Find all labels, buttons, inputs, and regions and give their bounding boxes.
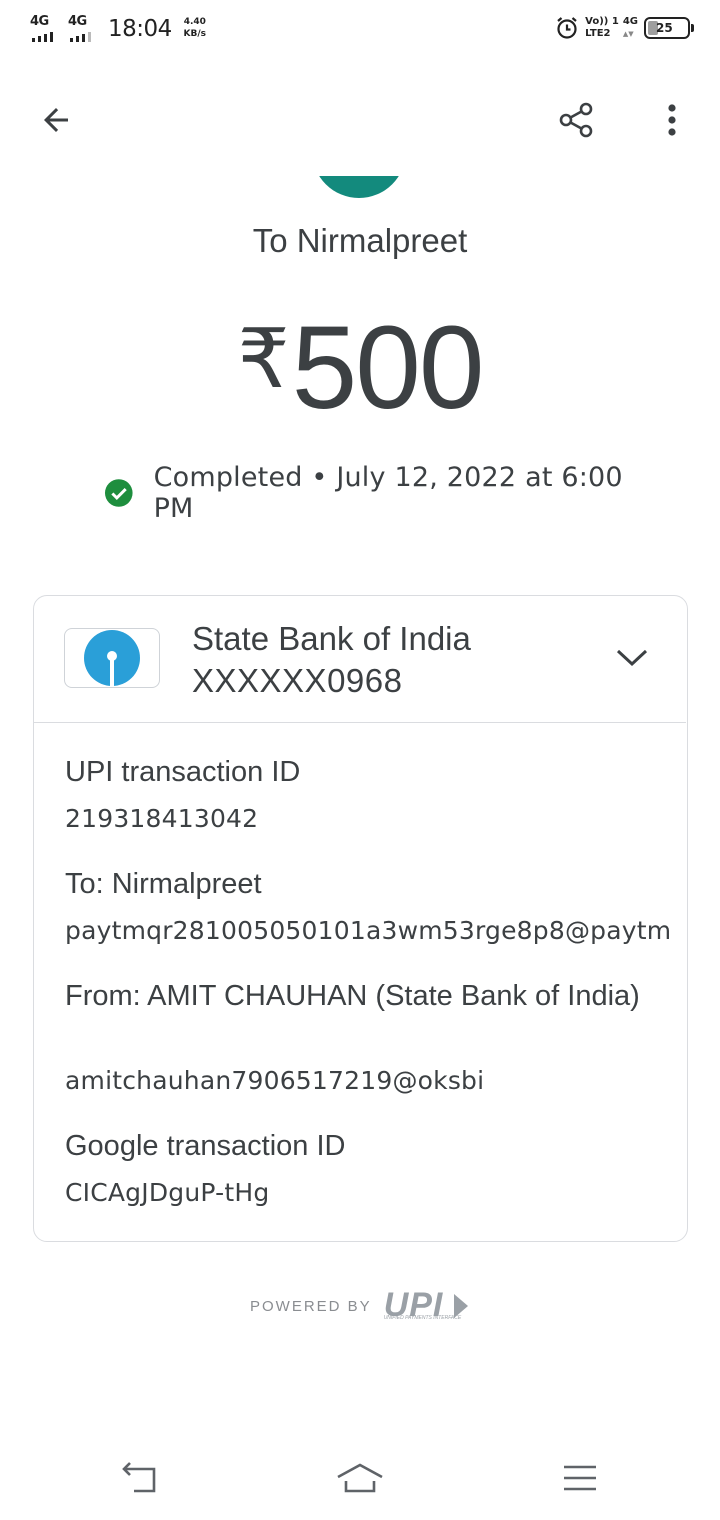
system-navigation-bar [0, 1440, 720, 1520]
volte-indicator: Vo)) 1 LTE2 [585, 16, 619, 40]
upi-logo-subtitle: UNIFIED PAYMENTS INTERFACE [383, 1315, 462, 1321]
google-transaction-id-value: CICAgJDguP-tHg [65, 1178, 270, 1207]
status-text: Completed • July 12, 2022 at 6:00 PM [153, 462, 623, 524]
transaction-details-card: State Bank of India XXXXXX0968 UPI trans… [33, 595, 688, 1242]
speed-unit: KB/s [183, 29, 207, 39]
network-indicator-2: 4G [68, 14, 102, 44]
volte-line-1: Vo)) 1 [585, 16, 619, 27]
speed-value: 4.40 [183, 17, 206, 27]
share-button[interactable] [548, 96, 604, 144]
chevron-down-icon[interactable] [612, 640, 652, 676]
bank-name: State Bank of India [192, 620, 471, 657]
nav-home-button[interactable] [330, 1454, 390, 1502]
upi-transaction-id-label: UPI transaction ID [65, 756, 301, 788]
check-circle-icon [104, 479, 133, 507]
volte-line-2: LTE2 [585, 28, 611, 39]
to-upi-id: paytmqr281005050101a3wm53rge8p8@paytm [65, 916, 672, 945]
more-options-button[interactable] [650, 96, 694, 144]
bank-logo [64, 628, 160, 688]
payee-title: To Nirmalpreet [252, 222, 468, 259]
nav-menu-icon [564, 1465, 596, 1491]
upi-logo: UPI UNIFIED PAYMENTS INTERFACE [384, 1286, 476, 1326]
network-type-2: 4G [68, 14, 87, 29]
payment-amount: ₹500 [0, 300, 720, 436]
powered-by-text: POWERED BY [250, 1297, 372, 1315]
nav-back-icon [122, 1462, 156, 1493]
signal-icon [32, 32, 56, 42]
payee-avatar [312, 176, 406, 198]
to-label: To: Nirmalpreet [65, 868, 262, 900]
arrow-left-icon [44, 108, 68, 132]
clock: 18:04 [108, 16, 172, 42]
nav-home-icon [337, 1463, 383, 1493]
payment-status: Completed • July 12, 2022 at 6:00 PM [104, 462, 664, 524]
share-icon [559, 102, 593, 138]
status-bar: 4G 4G 18:04 4.40 KB/s Vo)) 1 LTE2 4G ▲▼ … [0, 0, 720, 64]
amount-value: 500 [291, 302, 485, 434]
from-label: From: AMIT CHAUHAN (State Bank of India) [65, 980, 640, 1012]
sbi-logo-icon [84, 630, 140, 687]
google-transaction-id-label: Google transaction ID [65, 1130, 346, 1162]
battery-level: 25 [656, 21, 673, 35]
network-type-1: 4G [30, 14, 49, 29]
nav-menu-button[interactable] [550, 1454, 610, 1502]
from-upi-id: amitchauhan7906517219@oksbi [65, 1066, 485, 1095]
currency-symbol: ₹ [237, 312, 290, 407]
signal-icon [70, 32, 94, 42]
upi-transaction-id-value: 219318413042 [65, 804, 259, 833]
battery-icon: 25 [644, 17, 694, 39]
signal-4g-indicator: 4G ▲▼ [622, 16, 638, 38]
signal-4g-label: 4G [622, 16, 638, 27]
bank-account-row[interactable]: State Bank of India XXXXXX0968 [34, 596, 686, 723]
network-speed: 4.40 KB/s [180, 16, 210, 40]
nav-back-button[interactable] [110, 1454, 170, 1502]
powered-by-upi: POWERED BY UPI UNIFIED PAYMENTS INTERFAC… [250, 1286, 476, 1326]
back-button[interactable] [28, 96, 84, 144]
network-indicator-1: 4G [30, 14, 64, 44]
account-number: XXXXXX0968 [192, 662, 403, 699]
alarm-icon [557, 17, 577, 39]
more-vert-icon [668, 104, 676, 136]
